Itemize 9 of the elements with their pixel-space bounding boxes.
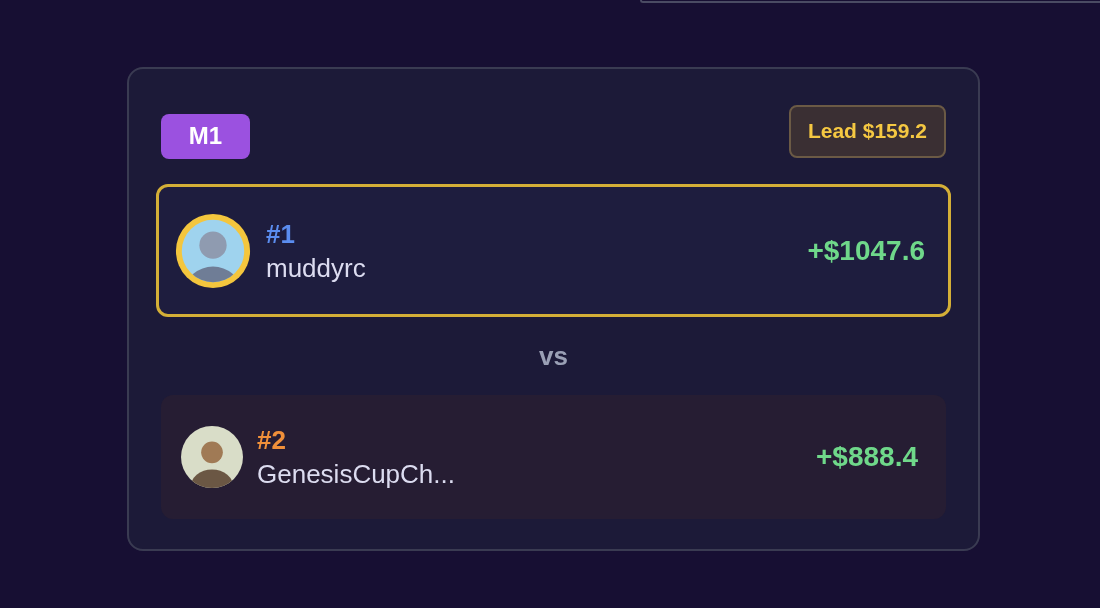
profit-amount: +$888.4 [816, 440, 918, 474]
profit-amount: +$1047.6 [807, 233, 925, 268]
match-label: M1 [161, 113, 250, 159]
rank-label: #1 [266, 217, 296, 251]
vs-label: vs [539, 339, 568, 373]
player-name: GenesisCupCh... [257, 458, 455, 491]
lead-badge: Lead $159.2 [788, 104, 946, 158]
rank-label: #2 [257, 424, 287, 457]
player-name: muddyrc [266, 251, 366, 285]
